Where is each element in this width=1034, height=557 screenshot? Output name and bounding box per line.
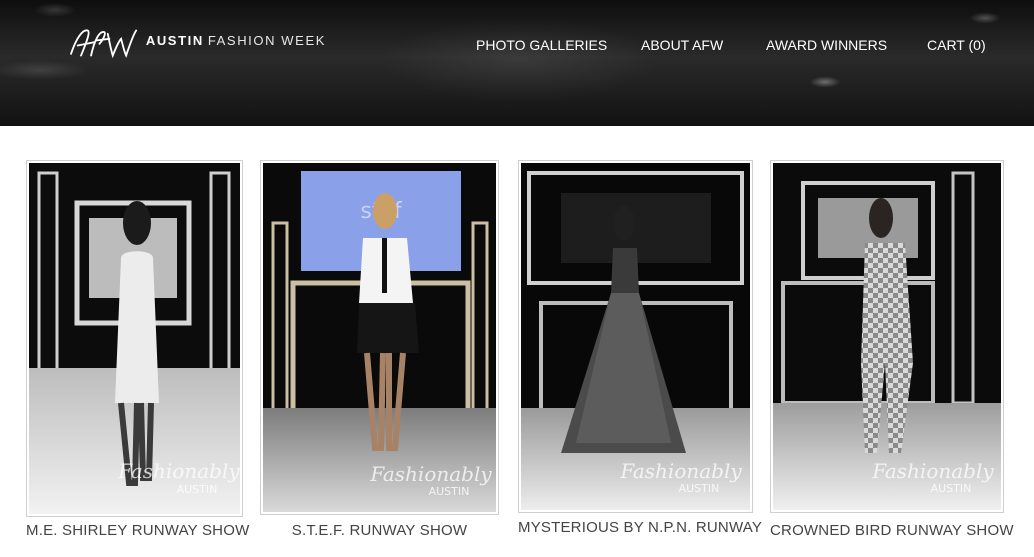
- nav-about-afw[interactable]: ABOUT AFW: [641, 37, 723, 53]
- svg-text:Fashionably: Fashionably: [619, 459, 742, 483]
- gallery-card[interactable]: Fashionably AUSTIN: [26, 160, 243, 517]
- site-logo[interactable]: AUSTIN FASHION WEEK: [66, 18, 326, 68]
- svg-text:Fashionably: Fashionably: [871, 459, 994, 483]
- svg-text:Fashionably: Fashionably: [117, 459, 240, 483]
- nav-photo-galleries[interactable]: PHOTO GALLERIES: [476, 37, 607, 53]
- brand-light: FASHION WEEK: [207, 32, 326, 48]
- brand-name: AUSTIN FASHION WEEK: [146, 33, 326, 48]
- gallery-card[interactable]: Fashionably AUSTIN: [518, 160, 753, 513]
- gallery-caption[interactable]: CROWNED BIRD RUNWAY SHOW: [770, 522, 1013, 539]
- runway-photo: Fashionably AUSTIN: [521, 163, 750, 510]
- gallery-caption[interactable]: S.T.E.F. RUNWAY SHOW: [260, 522, 499, 539]
- runway-photo: Fashionably AUSTIN: [29, 163, 240, 514]
- site-header: AUSTIN FASHION WEEK PHOTO GALLERIES ABOUT…: [0, 0, 1034, 126]
- nav-cart[interactable]: CART (0): [927, 37, 986, 53]
- runway-photo: Fashionably AUSTIN: [773, 163, 1001, 510]
- svg-text:AUSTIN: AUSTIN: [679, 482, 720, 495]
- svg-text:AUSTIN: AUSTIN: [429, 485, 470, 498]
- afw-monogram-icon: [70, 29, 138, 59]
- gallery-caption[interactable]: MYSTERIOUS BY N.P.N. RUNWAY: [518, 519, 762, 536]
- nav-award-winners[interactable]: AWARD WINNERS: [766, 37, 887, 53]
- svg-text:Fashionably: Fashionably: [369, 462, 492, 486]
- gallery-card[interactable]: Fashionably AUSTIN: [770, 160, 1004, 513]
- gallery-caption[interactable]: M.E. SHIRLEY RUNWAY SHOW: [26, 522, 249, 539]
- svg-text:AUSTIN: AUSTIN: [931, 482, 972, 495]
- svg-text:AUSTIN: AUSTIN: [177, 483, 218, 496]
- brand-strong: AUSTIN: [145, 32, 204, 48]
- runway-photo: stef Fashionably AUSTIN: [263, 163, 496, 512]
- gallery-card[interactable]: stef Fashionably AUSTIN: [260, 160, 499, 515]
